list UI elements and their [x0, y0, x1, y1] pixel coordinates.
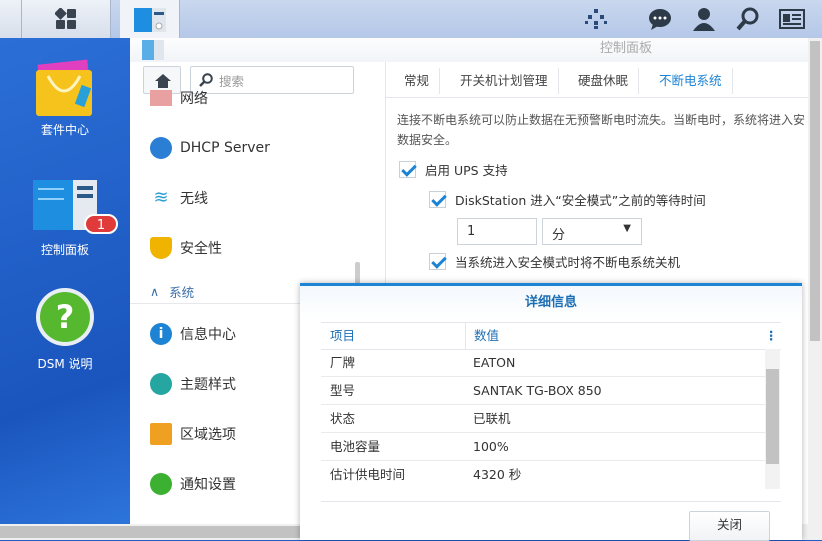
- help-icon: ?: [36, 288, 94, 346]
- sidebar-item-label: 网络: [180, 91, 208, 106]
- chat-bubble-icon: [150, 473, 172, 495]
- sidebar-item-label: DHCP Server: [180, 140, 270, 156]
- sidebar-item-label: 通知设置: [180, 477, 236, 493]
- column-header-value[interactable]: 数值: [465, 323, 499, 349]
- dialog-title: 详细信息: [300, 286, 802, 319]
- table-row: 估计供电时间 4320 秒: [330, 467, 522, 482]
- package-center-icon: [36, 59, 92, 116]
- vertical-scrollbar[interactable]: [808, 38, 822, 524]
- main-menu-button[interactable]: [22, 0, 111, 38]
- wait-unit-select[interactable]: 分 ▼: [542, 218, 642, 245]
- search-icon: [199, 73, 213, 87]
- window-titlebar[interactable]: 控制面板: [130, 38, 808, 62]
- close-button[interactable]: 关闭: [689, 511, 770, 541]
- widgets-icon[interactable]: [584, 8, 608, 30]
- table-row: 状态 已联机: [321, 405, 766, 433]
- info-icon: i: [150, 323, 172, 345]
- taskbar-control-panel[interactable]: [120, 0, 180, 38]
- show-desktop-button[interactable]: [0, 0, 22, 38]
- desktop-item-dsm-help[interactable]: ? DSM 说明: [0, 286, 130, 372]
- checkbox-label: 当系统进入安全模式时将不断电系统关机: [455, 255, 681, 270]
- search-icon[interactable]: [736, 7, 760, 31]
- desktop-item-control-panel[interactable]: 1 控制面板: [0, 176, 130, 258]
- sidebar-item-dhcp-server[interactable]: DHCP Server: [150, 136, 270, 160]
- sidebar-item-label: 信息中心: [180, 327, 236, 343]
- search-placeholder: 搜索: [219, 73, 245, 89]
- sidebar-item-regional-options[interactable]: 区域选项: [150, 422, 236, 446]
- desktop-item-label: DSM 说明: [37, 357, 93, 371]
- user-icon[interactable]: [692, 7, 716, 31]
- table-row: 型号 SANTAK TG-BOX 850: [321, 377, 766, 405]
- network-icon: [150, 90, 172, 106]
- checkbox-checked-icon: [429, 191, 446, 208]
- search-input[interactable]: 搜索: [190, 66, 354, 94]
- table-scrollbar[interactable]: [765, 349, 780, 489]
- checkbox-checked-icon: [399, 161, 416, 178]
- map-clock-icon: [150, 423, 172, 445]
- sidebar-item-network[interactable]: 网络: [150, 90, 208, 106]
- details-dialog: 详细信息 项目 数值 ⋮ 厂牌 EATON 型号 SANTAK TG-BOX 850…: [300, 283, 802, 541]
- sidebar-item-label: 区域选项: [180, 427, 236, 443]
- shutdown-ups-checkbox[interactable]: 当系统进入安全模式时将不断电系统关机: [429, 252, 680, 271]
- sidebar-item-wireless[interactable]: ≋ 无线: [150, 186, 208, 210]
- dropdown-arrow-icon: ▼: [623, 223, 631, 234]
- desktop-item-label: 控制面板: [40, 243, 89, 257]
- sidebar-section-system[interactable]: ∧ 系统: [150, 279, 194, 303]
- checkbox-checked-icon: [429, 253, 446, 270]
- palette-icon: [150, 373, 172, 395]
- sidebar-item-info-center[interactable]: i 信息中心: [150, 322, 236, 346]
- sidebar-item-label: 安全性: [180, 241, 222, 257]
- ups-description: 连接不断电系统可以防止数据在无预警断电时流失。当断电时，系统将进入安 数据安全。: [397, 113, 806, 147]
- select-value: 分: [552, 228, 566, 243]
- main-menu-icon: [55, 8, 76, 29]
- dhcp-icon: [150, 137, 172, 159]
- tab-power-schedule[interactable]: 开关机计划管理: [450, 68, 559, 94]
- enable-ups-checkbox[interactable]: 启用 UPS 支持: [399, 160, 508, 179]
- column-header-item[interactable]: 项目: [330, 323, 355, 349]
- taskbar: [0, 0, 822, 38]
- table-row: 电池容量 100%: [321, 433, 766, 461]
- column-menu-icon[interactable]: ⋮: [765, 323, 778, 349]
- chat-icon[interactable]: [648, 8, 672, 30]
- tab-ups[interactable]: 不断电系统: [649, 68, 733, 94]
- sidebar-item-notification[interactable]: 通知设置: [150, 472, 236, 496]
- tab-hdd-hibernation[interactable]: 硬盘休眠: [568, 68, 640, 94]
- options-icon[interactable]: [779, 9, 805, 29]
- sidebar-item-security[interactable]: 安全性: [150, 236, 222, 260]
- chevron-up-icon: ∧: [150, 283, 160, 299]
- desktop-item-package-center[interactable]: 套件中心: [0, 56, 130, 138]
- checkbox-label: 启用 UPS 支持: [425, 163, 508, 178]
- checkbox-label: DiskStation 进入“安全模式”之前的等待时间: [455, 193, 706, 208]
- sidebar-item-label: 无线: [180, 191, 208, 207]
- tab-general[interactable]: 常规: [394, 68, 441, 94]
- shield-icon: [150, 237, 172, 259]
- table-row: 厂牌 EATON: [321, 349, 766, 377]
- wait-time-checkbox[interactable]: DiskStation 进入“安全模式”之前的等待时间: [429, 190, 706, 209]
- section-label: 系统: [169, 284, 195, 300]
- control-panel-icon: [142, 40, 164, 60]
- control-panel-icon: [134, 8, 166, 32]
- divider: [321, 501, 781, 502]
- svg-text:?: ?: [56, 298, 75, 336]
- notification-badge: 1: [84, 214, 118, 234]
- wait-time-input[interactable]: 1: [457, 218, 537, 245]
- sidebar-item-label: 主题样式: [180, 377, 236, 393]
- desktop: 套件中心 1 控制面板 ? DSM 说明: [0, 38, 130, 540]
- desktop-item-label: 套件中心: [40, 123, 89, 137]
- window-title: 控制面板: [600, 41, 653, 56]
- table-header: 项目 数值 ⋮: [321, 322, 781, 350]
- home-icon: [155, 74, 171, 88]
- wifi-icon: ≋: [153, 187, 169, 208]
- sidebar-item-theme[interactable]: 主题样式: [150, 372, 236, 396]
